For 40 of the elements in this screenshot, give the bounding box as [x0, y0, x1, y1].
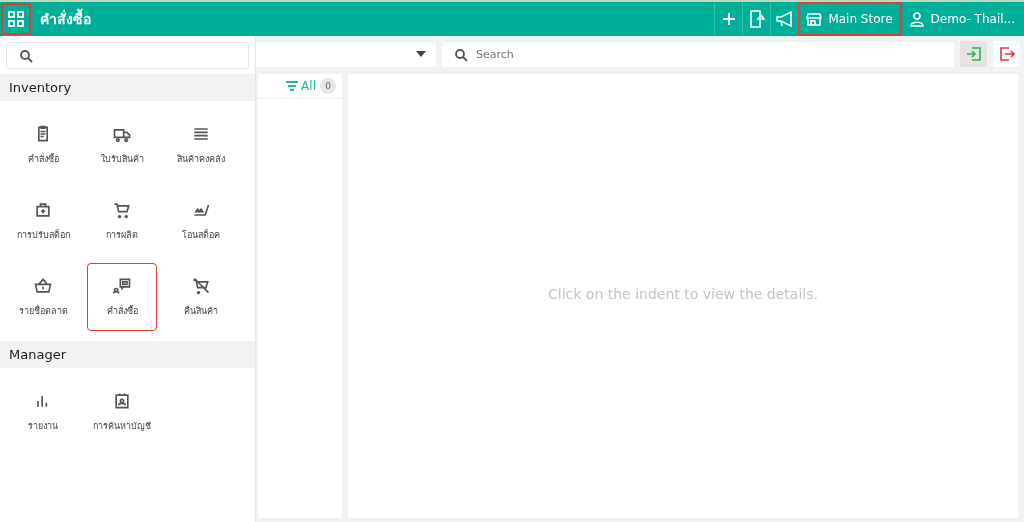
menu-tile[interactable]: รายชื่อตลาด: [8, 263, 78, 331]
id-card-icon: [112, 391, 132, 411]
basket-icon: [33, 276, 53, 296]
plus-icon: [720, 11, 737, 27]
check-out-button[interactable]: [993, 41, 1020, 67]
filter-icon: [285, 80, 300, 92]
menu-tile[interactable]: คืนสินค้า: [166, 263, 236, 331]
medkit-icon: [33, 200, 53, 220]
menu-tile[interactable]: การปรับสต็อก: [8, 187, 78, 255]
phone-bell-icon: [747, 9, 766, 29]
check-in-button[interactable]: [960, 41, 987, 67]
search-icon: [454, 47, 468, 62]
section-header: Manager: [0, 341, 255, 368]
menu-tile[interactable]: การผลิต: [87, 187, 157, 255]
apps-menu-button[interactable]: [1, 3, 31, 35]
logout-icon: [998, 46, 1015, 62]
chat-person-icon: [112, 276, 132, 296]
menu-tile[interactable]: สินค้าคงคลัง: [166, 111, 236, 179]
dropdown-field[interactable]: [256, 41, 436, 67]
menu-tile[interactable]: การค้นหาบัญชี: [87, 378, 157, 446]
menu-tile[interactable]: คำสั่งซื้อ: [87, 263, 157, 331]
menu-tile[interactable]: โอนสต็อค: [166, 187, 236, 255]
megaphone-icon: [774, 10, 795, 28]
cart-off-icon: [191, 276, 211, 296]
menu-tile[interactable]: คำสั่งซื้อ: [8, 111, 78, 179]
menu-tile[interactable]: รายงาน: [8, 378, 78, 446]
login-icon: [965, 46, 982, 62]
caret-icon: [416, 51, 426, 57]
cart-icon: [112, 200, 132, 220]
store-icon: [806, 11, 823, 27]
empty-message: Click on the indent to view the details.: [548, 286, 818, 302]
search-icon: [19, 48, 33, 63]
count-badge: 0: [320, 78, 336, 94]
user-icon: [908, 11, 925, 27]
grid-icon: [7, 10, 25, 28]
search-field[interactable]: Search: [442, 41, 954, 67]
menu-tile[interactable]: ใบรับสินค้า: [87, 111, 157, 179]
section-header: Inventory: [0, 74, 255, 101]
page-title: คำสั่งซื้อ: [40, 8, 91, 30]
drawer-search-field[interactable]: [6, 42, 249, 69]
